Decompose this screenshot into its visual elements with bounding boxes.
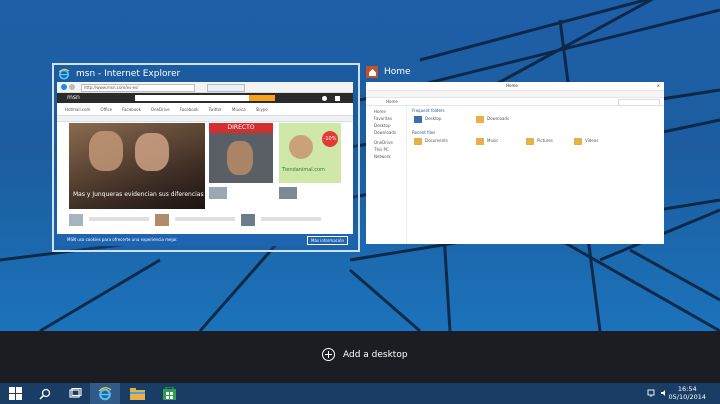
add-desktop-button[interactable]: Add a desktop [322,348,408,361]
ie-preview: http://www.msn.com/es-es/ msn Hotmail.co… [57,82,353,246]
hero-headline: Mas y Junqueras evidencian sus diferenci… [73,191,204,198]
more-info-button[interactable]: Más información [307,236,348,245]
window-thumbnail-ie[interactable]: msn - Internet Explorer http://www.msn.c… [52,63,360,252]
nav-item-onedrive[interactable]: OneDrive [374,140,406,145]
clock[interactable]: 16:54 05/10/2014 [669,385,706,401]
notification-text: MSN usa cookies para ofrecerte una exper… [67,237,178,242]
quick-link[interactable]: Hotmail.com [65,107,90,112]
window-title: msn - Internet Explorer [76,69,181,79]
nav-item-desktop[interactable]: Desktop [374,123,406,128]
internet-explorer-icon [98,386,112,400]
folder-item[interactable]: Downloads [476,116,509,123]
ie-address-bar-area: http://www.msn.com/es-es/ [57,82,353,93]
system-tray [647,389,668,397]
folder-item[interactable]: Documents [414,138,448,145]
add-icon [322,348,335,361]
quick-link[interactable]: Facebook [180,107,199,112]
live-story[interactable]: DIRECTO [209,123,273,183]
folder-item[interactable]: Videos [574,138,598,145]
msn-header: msn [57,93,353,103]
volume-icon[interactable] [660,389,668,397]
window-title: Home [384,67,411,77]
folder-item[interactable]: Pictures [526,138,553,145]
quick-link[interactable]: Facebook [122,107,141,112]
close-icon[interactable]: ✕ [657,83,660,88]
live-badge: DIRECTO [209,123,273,133]
window-thumbnail-explorer[interactable]: Home Home ✕ Home Home Favorites Desktop … [364,65,666,246]
ad-discount: -10% [322,131,338,147]
folder-icon [129,387,145,400]
address-field: http://www.msn.com/es-es/ [81,84,195,92]
story-strip [69,214,341,230]
explorer-titlebar: Home ✕ [366,82,664,91]
internet-explorer-icon [58,68,70,80]
section-frequent: Frequent folders [412,108,445,113]
folder-item[interactable]: Desktop [414,116,442,123]
quick-link[interactable]: Skype [256,107,268,112]
quick-link[interactable]: Música [232,107,246,112]
msn-logo: msn [67,94,80,101]
msn-category-bar [57,115,353,122]
nav-item-downloads[interactable]: Downloads [374,130,406,135]
notification-bar: MSN usa cookies para ofrecerte una exper… [57,234,353,246]
msn-quick-links: Hotmail.com Office Facebook OneDrive Fac… [57,104,353,114]
explorer-address-bar: Home [366,98,664,106]
story-row[interactable] [279,187,339,209]
add-desktop-label: Add a desktop [343,349,408,360]
folder-item[interactable]: Music [476,138,498,145]
nav-item-network[interactable]: Network [374,154,406,159]
quick-link[interactable]: Twitter [209,107,222,112]
story-row[interactable] [209,187,269,209]
ie-thumb-title: msn - Internet Explorer [58,68,180,80]
search-button[interactable] [30,383,60,404]
taskbar: 16:54 05/10/2014 [0,383,720,404]
explorer-nav-pane: Home Favorites Desktop Downloads OneDriv… [366,106,407,244]
desktop-background: msn - Internet Explorer http://www.msn.c… [0,0,720,331]
explorer-thumb-title: Home [366,66,411,78]
hero-story[interactable]: Mas y Junqueras evidencian sus diferenci… [69,123,205,209]
task-view-button[interactable] [60,383,90,404]
taskbar-ie-button[interactable] [90,383,120,404]
ad-brand: Tiendanimal.com [282,167,325,173]
clock-time: 16:54 [677,385,697,393]
task-view-icon [68,388,82,398]
network-icon[interactable] [647,389,655,397]
windows-logo-icon [8,387,22,400]
clock-date: 05/10/2014 [668,393,706,401]
nav-item-this-pc[interactable]: This PC [374,147,406,152]
taskbar-store-button[interactable] [154,383,184,404]
taskbar-explorer-button[interactable] [122,383,152,404]
section-recent: Recent files [412,130,436,135]
explorer-ribbon [366,91,664,98]
store-icon [162,387,176,400]
breadcrumb: Home [386,99,398,104]
start-button[interactable] [0,383,30,404]
home-icon [366,66,378,78]
ad-banner[interactable]: -10% Tiendanimal.com [279,123,341,183]
search-icon [39,388,51,400]
nav-item-home[interactable]: Home [374,109,406,114]
explorer-preview: Home ✕ Home Home Favorites Desktop Downl… [366,82,664,244]
quick-link[interactable]: Office [100,107,112,112]
nav-item-favorites[interactable]: Favorites [374,116,406,121]
quick-link[interactable]: OneDrive [151,107,170,112]
explorer-window-title: Home [506,83,518,88]
